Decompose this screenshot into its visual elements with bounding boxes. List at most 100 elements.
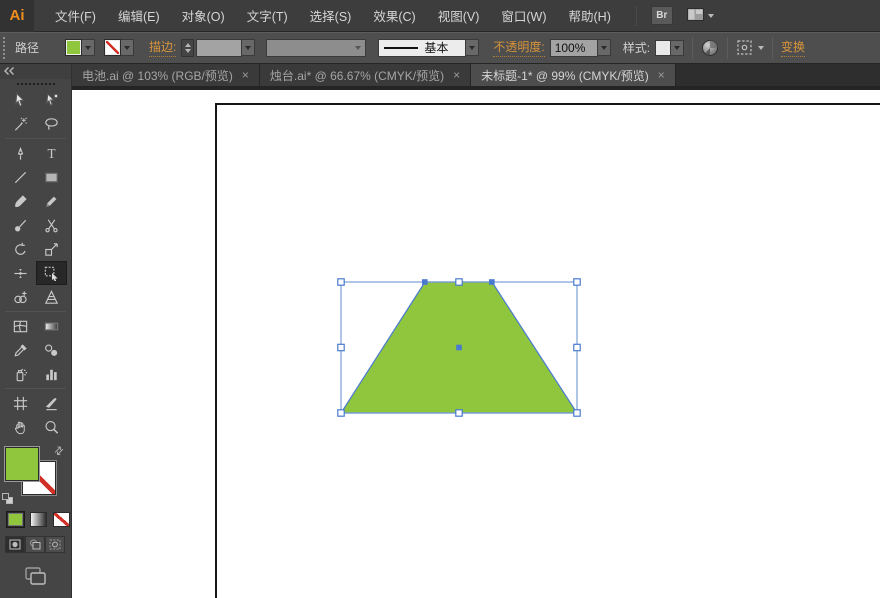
menu-edit[interactable]: 编辑(E) [107,0,171,32]
chevron-down-icon [674,46,680,50]
panel-grip-icon[interactable] [17,83,55,85]
mesh-tool[interactable] [5,314,36,338]
draw-inside-button[interactable] [45,536,65,553]
stroke-color-dropdown[interactable] [121,39,134,56]
fill-color-dropdown[interactable] [82,39,95,56]
artboard-tool[interactable] [5,391,36,415]
fill-color-swatch[interactable] [65,39,82,56]
handle-middle-left[interactable] [338,344,344,350]
zoom-tool[interactable] [36,415,67,439]
hand-tool[interactable] [5,415,36,439]
chevron-down-icon [708,14,714,18]
handle-bottom-left[interactable] [338,410,344,416]
menu-view[interactable]: 视图(V) [427,0,491,32]
menu-effect[interactable]: 效果(C) [362,0,426,32]
marquee-object-icon [736,39,755,56]
chevron-down-icon [355,46,361,50]
paintbrush-tool[interactable] [5,189,36,213]
default-fill-stroke-icon[interactable] [2,493,13,504]
opacity-field[interactable]: 100% [550,39,598,57]
none-button[interactable] [53,512,70,527]
screen-mode-button[interactable] [24,566,48,591]
menu-file[interactable]: 文件(F) [44,0,107,32]
fill-color-box[interactable] [5,447,39,481]
shape-center-point[interactable] [456,345,462,351]
opacity-panel-link[interactable]: 不透明度: [493,38,544,57]
lasso-tool[interactable] [36,112,67,136]
gradient-button[interactable] [30,512,47,527]
close-icon[interactable]: × [453,69,460,81]
stroke-width-stepper[interactable] [181,39,194,57]
draw-behind-button[interactable] [25,536,45,553]
transform-panel-link[interactable]: 变换 [781,38,805,57]
close-icon[interactable]: × [658,69,665,81]
blend-tool[interactable] [36,338,67,362]
eyedropper-tool[interactable] [5,338,36,362]
slice-tool[interactable] [36,391,67,415]
free-transform-tool[interactable] [36,261,67,285]
draw-normal-button[interactable] [5,536,25,553]
chevron-down-icon [85,46,91,50]
bridge-button[interactable]: Br [651,6,673,25]
paint-type-buttons [0,512,71,527]
stroke-width-field[interactable] [196,39,242,57]
magic-wand-tool[interactable] [5,112,36,136]
blob-brush-tool[interactable] [5,213,36,237]
tab-title: 未标题-1* @ 99% (CMYK/预览) [481,67,649,84]
width-tool[interactable] [5,261,36,285]
color-button[interactable] [7,512,24,527]
anchor-top-left-vertex[interactable] [422,279,428,285]
symbol-sprayer-tool[interactable] [5,362,36,386]
stroke-width-dropdown[interactable] [242,39,255,56]
handle-middle-right[interactable] [574,344,580,350]
width-profile-dropdown[interactable] [266,39,366,57]
pen-tool[interactable] [5,141,36,165]
close-icon[interactable]: × [242,69,249,81]
line-segment-tool[interactable] [5,165,36,189]
menu-help[interactable]: 帮助(H) [558,0,622,32]
collapse-panel-icon[interactable] [3,63,15,81]
direct-selection-tool[interactable] [36,88,67,112]
handle-top-left[interactable] [338,279,344,285]
opacity-dropdown[interactable] [598,39,611,56]
perspective-grid-tool[interactable] [36,285,67,309]
brush-definition-dropdown[interactable] [466,39,479,56]
selection-tool[interactable] [5,88,36,112]
panel-grip-icon[interactable] [3,37,5,59]
tab-candlestick-document[interactable]: 烛台.ai* @ 66.67% (CMYK/预览) × [260,64,471,86]
scissors-tool[interactable] [36,213,67,237]
stroke-panel-link[interactable]: 描边: [149,38,176,57]
pencil-tool[interactable] [36,189,67,213]
chevron-down-icon [758,46,764,50]
anchor-top-right-vertex[interactable] [489,279,495,285]
tab-title: 烛台.ai* @ 66.67% (CMYK/预览) [270,67,444,84]
tab-untitled-document[interactable]: 未标题-1* @ 99% (CMYK/预览) × [471,64,676,86]
workspace-switcher-button[interactable] [687,8,714,24]
type-tool[interactable]: T [36,141,67,165]
column-graph-tool[interactable] [36,362,67,386]
menu-select[interactable]: 选择(S) [299,0,363,32]
isolate-selection-button[interactable] [736,39,764,56]
shape-builder-tool[interactable] [5,285,36,309]
gradient-tool[interactable] [36,314,67,338]
handle-bottom-right[interactable] [574,410,580,416]
brush-definition-box[interactable]: 基本 [378,39,466,57]
recolor-artwork-button[interactable] [701,39,719,57]
rotate-tool[interactable] [5,237,36,261]
stroke-color-swatch[interactable] [104,39,121,56]
scale-tool[interactable] [36,237,67,261]
swap-fill-stroke-icon[interactable]: ⇄ [52,444,66,458]
rectangle-tool[interactable] [36,165,67,189]
handle-bottom-center[interactable] [456,410,462,416]
graphic-style-dropdown[interactable] [671,40,684,56]
menu-object[interactable]: 对象(O) [171,0,236,32]
graphic-style-swatch[interactable] [655,40,671,56]
handle-top-center[interactable] [456,279,462,285]
menu-type[interactable]: 文字(T) [236,0,299,32]
tab-battery-document[interactable]: 电池.ai @ 103% (RGB/预览) × [72,64,260,86]
handle-top-right[interactable] [574,279,580,285]
canvas[interactable] [72,90,880,598]
menu-window[interactable]: 窗口(W) [490,0,557,32]
menu-items: 文件(F) 编辑(E) 对象(O) 文字(T) 选择(S) 效果(C) 视图(V… [44,0,622,32]
chevron-down-icon [601,46,607,50]
